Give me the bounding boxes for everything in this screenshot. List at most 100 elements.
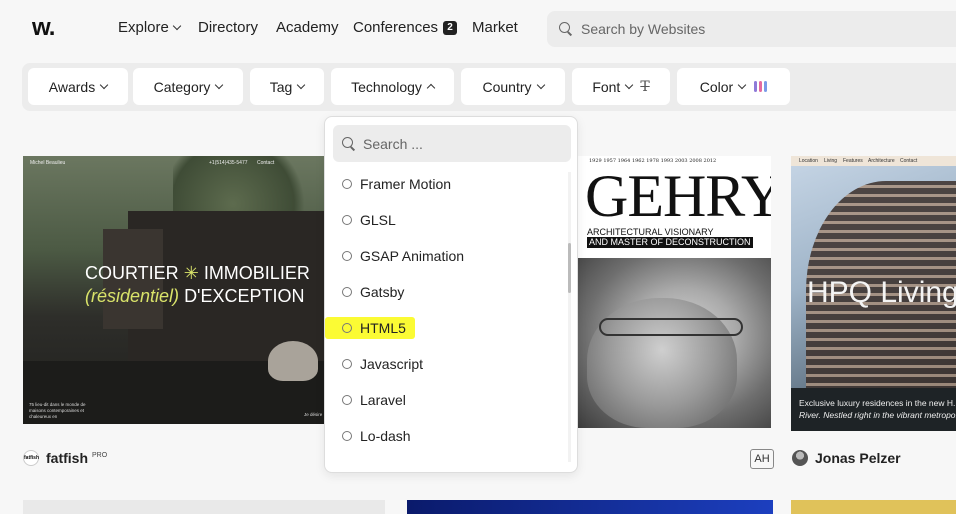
- site-thumbnail-hpq-living[interactable]: Location Living Features Architecture Co…: [791, 156, 956, 431]
- radio-icon: [342, 251, 352, 261]
- nav-academy-label: Academy: [276, 19, 339, 36]
- headline-word-3: D'EXCEPTION: [184, 286, 305, 306]
- site-thumbnail-courtier[interactable]: Michel Beaulieu +1(514)435-5477 Contact …: [23, 156, 328, 424]
- radio-icon: [342, 179, 352, 189]
- filter-country[interactable]: Country: [461, 68, 565, 105]
- nav-conferences-label: Conferences: [353, 19, 439, 36]
- thumbnail-trees: [173, 156, 323, 216]
- technology-option[interactable]: Gatsby: [342, 282, 404, 302]
- site-thumbnail-gehry[interactable]: 1929 1957 1964 1962 1978 1993 2003 2008 …: [577, 156, 771, 428]
- search-icon: [342, 136, 356, 151]
- avatar: [792, 450, 808, 466]
- thumbnail-nav-living: Living: [824, 158, 838, 164]
- option-label: Gatsby: [360, 284, 405, 300]
- caption-line-1: Exclusive luxury residences in the new H…: [799, 398, 956, 408]
- technology-option[interactable]: Laravel: [342, 390, 406, 410]
- chevron-up-icon: [426, 83, 436, 93]
- thumbnail-nav-strip: Location Living Features Architecture Co…: [791, 156, 956, 166]
- thumbnail-headline: COURTIER ✳ IMMOBILIER (résidentiel) D'EX…: [85, 262, 310, 308]
- thumbnail-nav-location: Location: [799, 158, 818, 164]
- nav-conferences[interactable]: Conferences 2: [353, 19, 458, 36]
- radio-icon: [342, 359, 352, 369]
- nav-explore[interactable]: Explore: [118, 19, 182, 36]
- option-label: Javascript: [360, 356, 424, 372]
- site-search-bar[interactable]: [547, 11, 956, 47]
- technology-search-field[interactable]: [333, 125, 571, 162]
- technology-option[interactable]: Javascript: [342, 354, 423, 374]
- filter-awards[interactable]: Awards: [28, 68, 128, 105]
- conferences-count-badge: 2: [443, 20, 458, 35]
- chevron-down-icon: [172, 21, 182, 31]
- nav-market-label: Market: [472, 19, 518, 36]
- filter-tag-label: Tag: [269, 78, 293, 95]
- gehry-portrait-image: [577, 258, 771, 428]
- top-navigation: w. Explore Directory Academy Conferences…: [0, 0, 956, 56]
- avatar: fatfish: [23, 450, 39, 466]
- dropdown-scrollbar-track[interactable]: [568, 172, 571, 462]
- site-thumbnail-row2-3[interactable]: [791, 500, 956, 514]
- site-logo[interactable]: w.: [32, 14, 55, 42]
- nav-academy[interactable]: Academy: [276, 19, 339, 36]
- technology-option[interactable]: GLSL: [342, 210, 396, 230]
- filter-tag[interactable]: Tag: [250, 68, 324, 105]
- thumbnail-footer-text: 75 lieu-dit dans le monde de maisons con…: [29, 402, 86, 419]
- site-search-input[interactable]: [581, 21, 881, 37]
- thumbnail-rock: [268, 341, 318, 381]
- technology-option[interactable]: Lo-dash: [342, 426, 411, 446]
- option-label: GSAP Animation: [360, 248, 465, 264]
- thumbnail-nav-features: Features: [843, 158, 863, 164]
- radio-icon: [342, 395, 352, 405]
- thumbnail-nav-contact: Contact: [257, 160, 275, 166]
- font-type-icon: T: [640, 78, 650, 95]
- filter-category[interactable]: Category: [133, 68, 243, 105]
- card-author-fatfish[interactable]: fatfish fatfish PRO: [23, 450, 107, 466]
- chevron-down-icon: [536, 80, 545, 90]
- filter-color-label: Color: [699, 78, 734, 95]
- thumbnail-nav-architecture: Architecture: [868, 158, 895, 164]
- thumbnail-nav-name: Michel Beaulieu: [30, 160, 66, 166]
- nav-directory[interactable]: Directory: [198, 19, 258, 36]
- pro-badge: PRO: [92, 451, 108, 459]
- technology-option[interactable]: Framer Motion: [342, 174, 451, 194]
- gehry-subtitle-1: ARCHITECTURAL VISIONARY: [587, 227, 714, 237]
- chevron-down-icon: [737, 80, 747, 90]
- radio-icon: [342, 215, 352, 225]
- chevron-down-icon: [215, 80, 224, 90]
- thumbnail-footer-link: Je désire: [304, 412, 323, 417]
- card-author-jonas-pelzer[interactable]: Jonas Pelzer: [792, 450, 901, 466]
- technology-option-html5[interactable]: HTML5: [342, 318, 406, 338]
- caption-line-2: River. Nestled right in the vibrant metr…: [799, 410, 956, 420]
- technology-search-input[interactable]: [363, 135, 563, 152]
- filter-country-label: Country: [482, 78, 532, 95]
- hpq-title: HPQ Living: [807, 276, 956, 309]
- technology-dropdown: Framer Motion GLSL GSAP Animation Gatsby…: [324, 116, 578, 473]
- filter-font-label: Font: [592, 78, 621, 95]
- option-label: Lo-dash: [360, 428, 411, 444]
- option-label: HTML5: [360, 320, 406, 336]
- search-icon: [559, 22, 573, 36]
- nav-directory-label: Directory: [198, 19, 259, 36]
- headline-word-1: COURTIER: [85, 263, 179, 283]
- author-initials-badge[interactable]: AH: [750, 449, 774, 469]
- filter-font[interactable]: Font T: [572, 68, 670, 105]
- filter-color[interactable]: Color: [677, 68, 790, 105]
- radio-icon: [342, 287, 352, 297]
- radio-icon: [342, 431, 352, 441]
- site-thumbnail-row2-2[interactable]: [407, 500, 773, 514]
- filter-bar: Awards Category Tag Technology Country F…: [22, 63, 956, 111]
- filter-technology[interactable]: Technology: [331, 68, 454, 105]
- technology-option[interactable]: GSAP Animation: [342, 246, 464, 266]
- nav-market[interactable]: Market: [472, 19, 518, 36]
- dropdown-scrollbar-thumb[interactable]: [568, 243, 571, 293]
- headline-star-icon: ✳: [183, 263, 199, 283]
- site-thumbnail-row2-1[interactable]: [23, 500, 385, 514]
- gehry-subtitle-2: AND MASTER OF DECONSTRUCTION: [587, 237, 753, 248]
- color-swatches-icon: [754, 81, 768, 92]
- option-label: GLSL: [360, 212, 396, 228]
- chevron-down-icon: [297, 80, 306, 90]
- option-label: Laravel: [360, 392, 406, 408]
- option-label: Framer Motion: [360, 176, 452, 192]
- author-name: fatfish: [46, 450, 88, 466]
- chevron-down-icon: [625, 80, 634, 90]
- headline-word-2: IMMOBILIER: [203, 263, 310, 283]
